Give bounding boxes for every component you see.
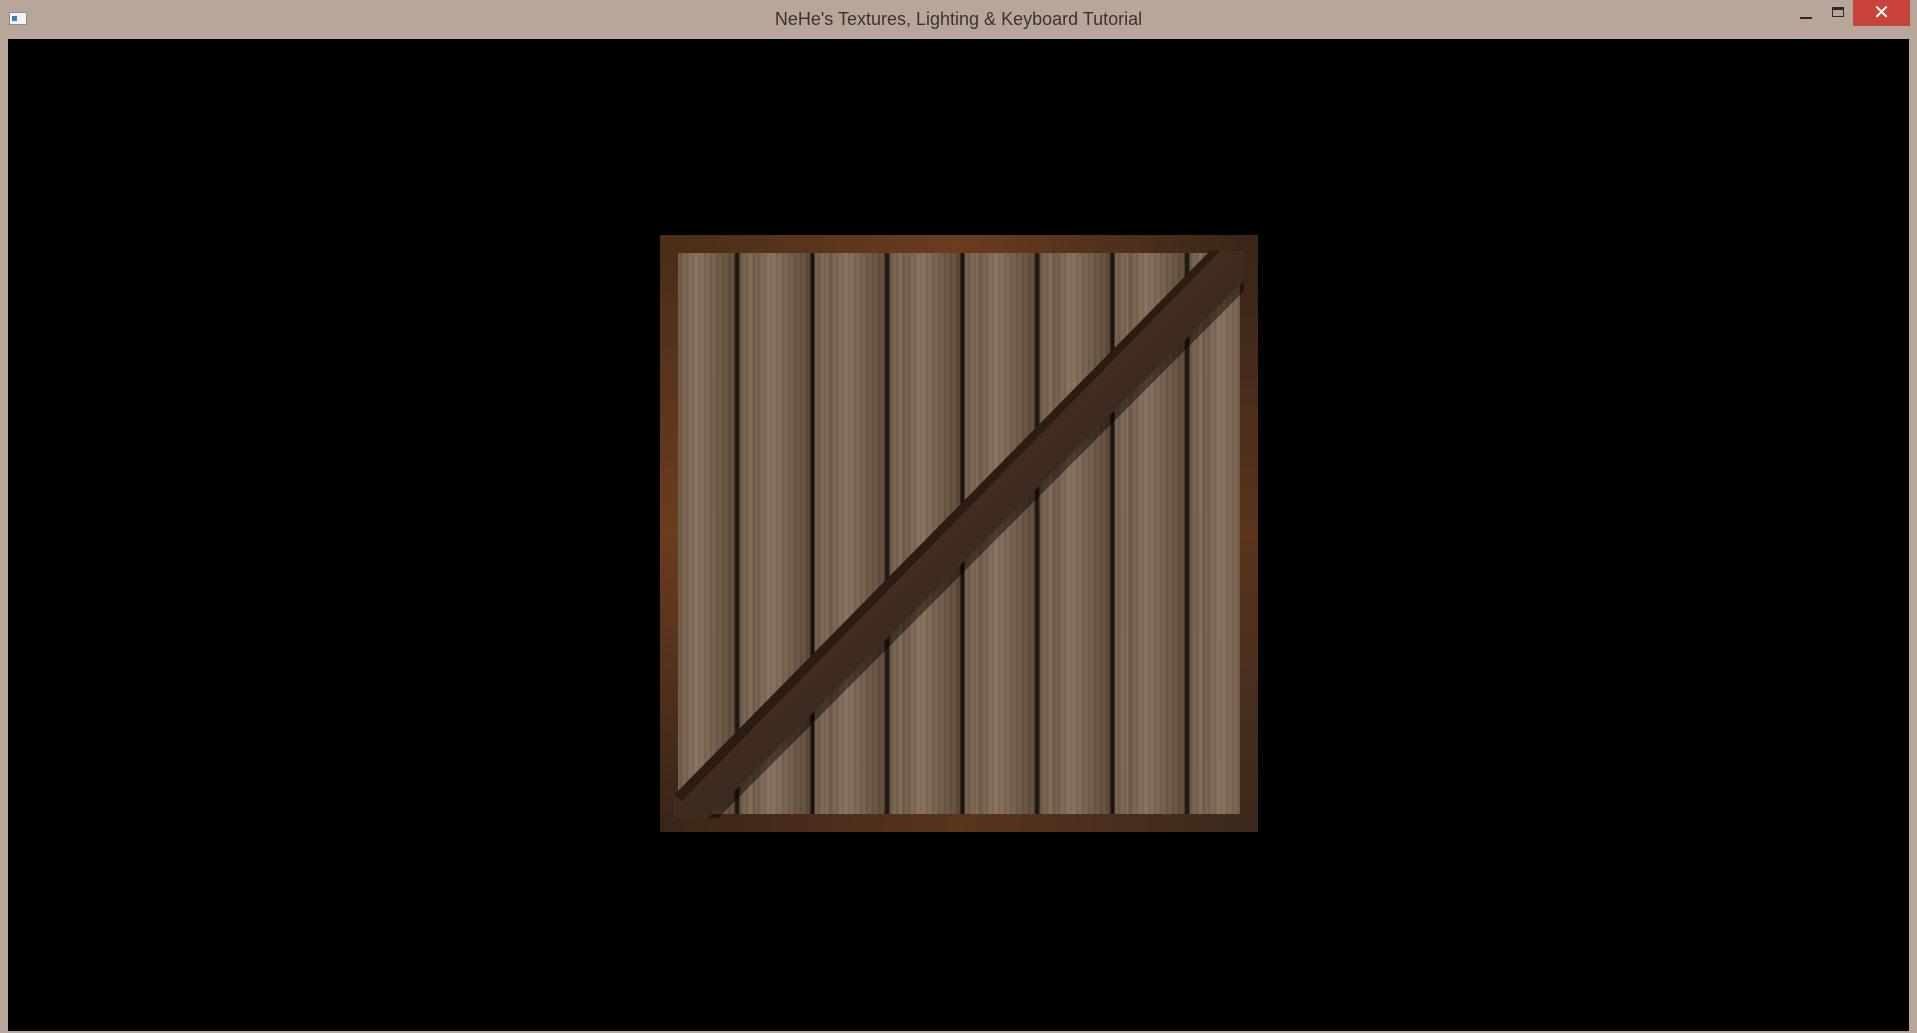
minimize-button[interactable] <box>1791 0 1821 26</box>
close-button[interactable]: ✕ <box>1853 0 1910 26</box>
window-title: NeHe's Textures, Lighting & Keyboard Tut… <box>774 9 1143 29</box>
maximize-icon <box>1832 7 1844 17</box>
close-icon: ✕ <box>1873 0 1890 24</box>
textured-crate <box>660 235 1258 832</box>
minimize-icon <box>1800 17 1812 19</box>
maximize-button[interactable] <box>1823 0 1853 26</box>
opengl-canvas[interactable] <box>8 39 1909 1031</box>
crate-diagonal-brace <box>674 251 1244 818</box>
title-bar[interactable]: NeHe's Textures, Lighting & Keyboard Tut… <box>0 0 1917 39</box>
application-window: NeHe's Textures, Lighting & Keyboard Tut… <box>0 0 1917 1033</box>
